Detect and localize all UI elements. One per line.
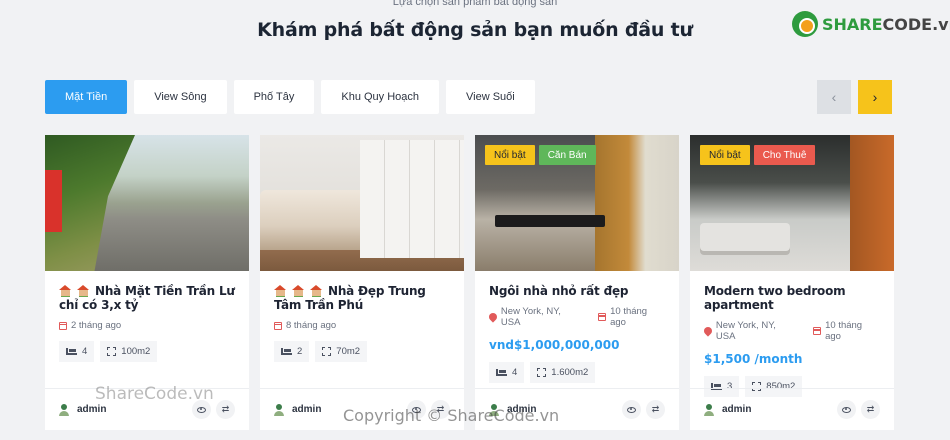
beds-chip: 4	[59, 341, 95, 362]
listing-features: 2 70m2	[274, 341, 450, 362]
calendar-icon	[274, 321, 282, 330]
beds-chip: 4	[489, 362, 525, 383]
listing-location: New York, NY, USA	[500, 306, 561, 328]
listing-photo[interactable]	[260, 135, 464, 271]
avatar	[59, 403, 69, 416]
listing-photo[interactable]: Nổi bật Cho Thuê	[690, 135, 894, 271]
beds-value: 4	[512, 367, 518, 378]
listing-price: $1,500 /month	[704, 352, 803, 366]
location-pin-icon	[702, 325, 714, 337]
house-emoji-icon	[310, 285, 323, 297]
beds-value: 2	[297, 346, 303, 357]
area-chip: 70m2	[315, 341, 368, 362]
listing-card[interactable]: Nổi bật Cho Thuê Modern two bedroom apar…	[690, 135, 894, 430]
area-value: 100m2	[121, 346, 151, 357]
next-button[interactable]: ›	[858, 80, 892, 114]
featured-badge: Nổi bật	[485, 145, 535, 165]
view-button[interactable]	[837, 400, 856, 419]
chevron-right-icon: ›	[872, 89, 878, 105]
sharecode-logo[interactable]: SHARECODE.vn	[792, 11, 950, 37]
carousel-nav: ‹ ›	[817, 80, 892, 114]
listing-title[interactable]: Ngôi nhà nhỏ rất đẹp	[489, 284, 665, 298]
listing-photo[interactable]	[45, 135, 249, 271]
compare-button[interactable]: ⇄	[216, 400, 235, 419]
beds-value: 4	[82, 346, 88, 357]
listing-meta: New York, NY, USA 10 tháng ago	[487, 306, 665, 328]
area-icon	[322, 347, 332, 356]
eye-icon	[197, 406, 206, 413]
watermark-text: ShareCode.vn	[95, 384, 214, 404]
listing-date: 8 tháng ago	[274, 320, 450, 331]
listing-time: 8 tháng ago	[286, 320, 337, 331]
tab-view-suoi[interactable]: View Suối	[446, 80, 535, 114]
compare-icon: ⇄	[866, 404, 875, 414]
compare-button[interactable]: ⇄	[861, 400, 880, 419]
view-button[interactable]	[622, 400, 641, 419]
bed-icon	[281, 348, 292, 355]
calendar-icon	[813, 327, 822, 335]
eye-icon	[842, 406, 851, 413]
calendar-icon	[59, 321, 67, 330]
calendar-icon	[598, 313, 607, 321]
featured-badge: Nổi bật	[700, 145, 750, 165]
listing-date: 2 tháng ago	[59, 320, 235, 331]
area-icon	[537, 368, 547, 377]
logo-icon	[792, 11, 818, 37]
sale-badge: Căn Bán	[538, 145, 596, 165]
listing-meta: New York, NY, USA 10 tháng ago	[702, 320, 880, 342]
avatar	[274, 403, 284, 416]
listing-price: vnd$1,000,000,000	[489, 338, 620, 352]
avatar	[704, 403, 714, 416]
compare-icon: ⇄	[221, 404, 230, 414]
listing-title[interactable]: Nhà Mặt Tiền Trần Lư chỉ có 3,x tỷ	[59, 284, 235, 312]
listing-features: 4 100m2	[59, 341, 235, 362]
bed-icon	[66, 348, 77, 355]
eye-icon	[627, 406, 636, 413]
beds-chip: 2	[274, 341, 310, 362]
category-tabs: Mặt Tiền View Sông Phố Tây Khu Quy Hoạch…	[45, 80, 535, 114]
listing-time: 10 tháng ago	[825, 320, 863, 342]
house-emoji-icon	[77, 285, 90, 297]
listing-card[interactable]: Nhà Đẹp Trung Tâm Trần Phú 8 tháng ago 2…	[260, 135, 464, 430]
house-emoji-icon	[292, 285, 305, 297]
listing-card[interactable]: Nổi bật Căn Bán Ngôi nhà nhỏ rất đẹp New…	[475, 135, 679, 430]
chevron-left-icon: ‹	[831, 89, 837, 105]
bed-icon	[496, 369, 507, 376]
listing-location: New York, NY, USA	[715, 320, 776, 342]
tab-pho-tay[interactable]: Phố Tây	[233, 80, 315, 114]
compare-icon: ⇄	[651, 404, 660, 414]
listing-features: 4 1.600m2	[489, 362, 665, 383]
area-chip: 100m2	[100, 341, 158, 362]
rent-badge: Cho Thuê	[753, 145, 816, 165]
house-emoji-icon	[59, 285, 72, 297]
listing-time: 10 tháng ago	[610, 306, 648, 328]
listing-footer: admin ⇄	[690, 388, 894, 430]
area-chip: 1.600m2	[530, 362, 596, 383]
author-name[interactable]: admin	[722, 404, 832, 415]
tab-mat-tien[interactable]: Mặt Tiền	[45, 80, 128, 114]
listing-time: 2 tháng ago	[71, 320, 122, 331]
author-name[interactable]: admin	[77, 404, 187, 415]
tab-view-song[interactable]: View Sông	[134, 80, 227, 114]
logo-suffix: CODE.vn	[882, 14, 950, 34]
compare-button[interactable]: ⇄	[646, 400, 665, 419]
location-pin-icon	[487, 311, 499, 323]
house-emoji-icon	[274, 285, 287, 297]
listing-title[interactable]: Nhà Đẹp Trung Tâm Trần Phú	[274, 284, 450, 312]
tab-khu-quy-hoach[interactable]: Khu Quy Hoạch	[321, 80, 440, 114]
area-icon	[107, 347, 117, 356]
listing-badges: Nổi bật Căn Bán	[485, 145, 596, 165]
area-value: 70m2	[336, 346, 361, 357]
logo-brand: SHARE	[822, 14, 883, 34]
prev-button[interactable]: ‹	[817, 80, 851, 114]
listing-title[interactable]: Modern two bedroom apartment	[704, 284, 880, 312]
area-value: 1.600m2	[551, 367, 589, 378]
listing-badges: Nổi bật Cho Thuê	[700, 145, 816, 165]
copyright-watermark: Copyright © ShareCode.vn	[343, 406, 560, 425]
section-eyebrow: Lựa chọn sản phẩm bất động sản	[392, 0, 558, 8]
listing-photo[interactable]: Nổi bật Căn Bán	[475, 135, 679, 271]
